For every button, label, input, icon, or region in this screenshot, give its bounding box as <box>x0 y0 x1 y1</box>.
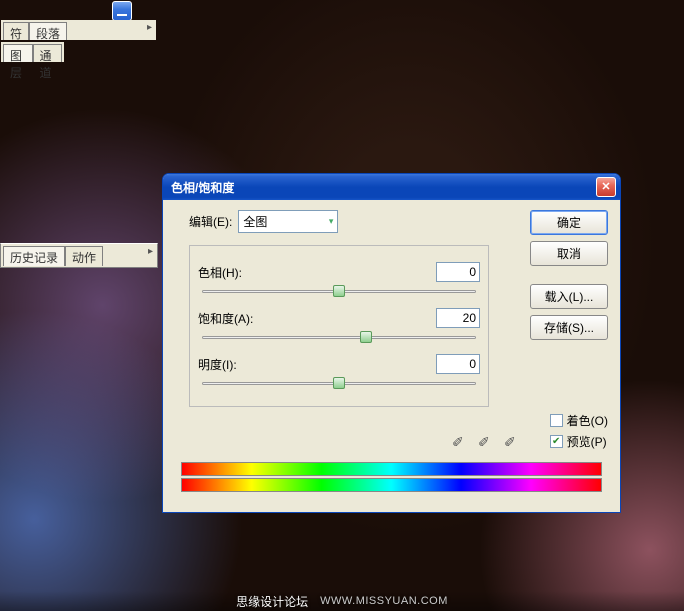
dialog-title: 色相/饱和度 <box>171 179 596 196</box>
slider-thumb[interactable] <box>360 331 372 343</box>
load-button[interactable]: 载入(L)... <box>530 284 608 309</box>
ok-button[interactable]: 确定 <box>530 210 608 235</box>
watermark: 思缘设计论坛 WWW.MISSYUAN.COM <box>0 591 684 611</box>
tab-history[interactable]: 历史记录 <box>3 246 65 266</box>
preview-label: 预览(P) <box>567 433 607 450</box>
palette-menu-icon[interactable]: ▸ <box>147 22 152 33</box>
slider-group: 色相(H): 饱和度(A): 明度(I): <box>189 245 489 407</box>
edit-value: 全图 <box>243 213 267 230</box>
tab-character[interactable]: 符 <box>3 22 29 40</box>
chevron-down-icon: ▾ <box>329 216 334 227</box>
palette-minimize-button[interactable] <box>112 1 132 21</box>
hue-spectrum-before <box>181 462 602 476</box>
watermark-url: WWW.MISSYUAN.COM <box>320 595 448 607</box>
colorize-label: 着色(O) <box>567 412 608 429</box>
close-button[interactable]: ✕ <box>596 177 616 197</box>
hue-slider[interactable] <box>202 284 476 300</box>
tab-paragraph[interactable]: 段落 <box>29 22 67 40</box>
hue-spectrum-after <box>181 478 602 492</box>
slider-thumb[interactable] <box>333 377 345 389</box>
tab-actions[interactable]: 动作 <box>65 246 103 266</box>
cancel-button[interactable]: 取消 <box>530 241 608 266</box>
edit-label: 编辑(E): <box>189 213 232 230</box>
saturation-slider[interactable] <box>202 330 476 346</box>
saturation-label: 饱和度(A): <box>198 310 273 327</box>
tab-channels[interactable]: 通道 <box>33 44 63 62</box>
eyedropper-icon[interactable]: ✐ <box>452 434 468 450</box>
tab-layers[interactable]: 图层 <box>3 44 33 62</box>
lightness-label: 明度(I): <box>198 356 273 373</box>
colorize-checkbox[interactable]: 着色(O) <box>550 412 608 429</box>
preview-checkbox[interactable]: ✔ 预览(P) <box>550 433 608 450</box>
saturation-input[interactable] <box>436 308 480 328</box>
hue-input[interactable] <box>436 262 480 282</box>
history-palette: 历史记录 动作 ▸ <box>0 243 158 268</box>
checkbox-icon: ✔ <box>550 435 563 448</box>
checkbox-icon <box>550 414 563 427</box>
lightness-input[interactable] <box>436 354 480 374</box>
eyedropper-subtract-icon[interactable]: ✐ <box>504 434 520 450</box>
slider-thumb[interactable] <box>333 285 345 297</box>
hue-label: 色相(H): <box>198 264 273 281</box>
palette-menu-icon[interactable]: ▸ <box>148 246 153 257</box>
hue-saturation-dialog: 色相/饱和度 ✕ 编辑(E): 全图 ▾ 色相(H): 饱和度(A): <box>162 173 621 513</box>
save-button[interactable]: 存储(S)... <box>530 315 608 340</box>
eyedropper-add-icon[interactable]: ✐ <box>478 434 494 450</box>
edit-select[interactable]: 全图 ▾ <box>238 210 338 233</box>
watermark-site: 思缘设计论坛 <box>236 593 308 610</box>
lightness-slider[interactable] <box>202 376 476 392</box>
